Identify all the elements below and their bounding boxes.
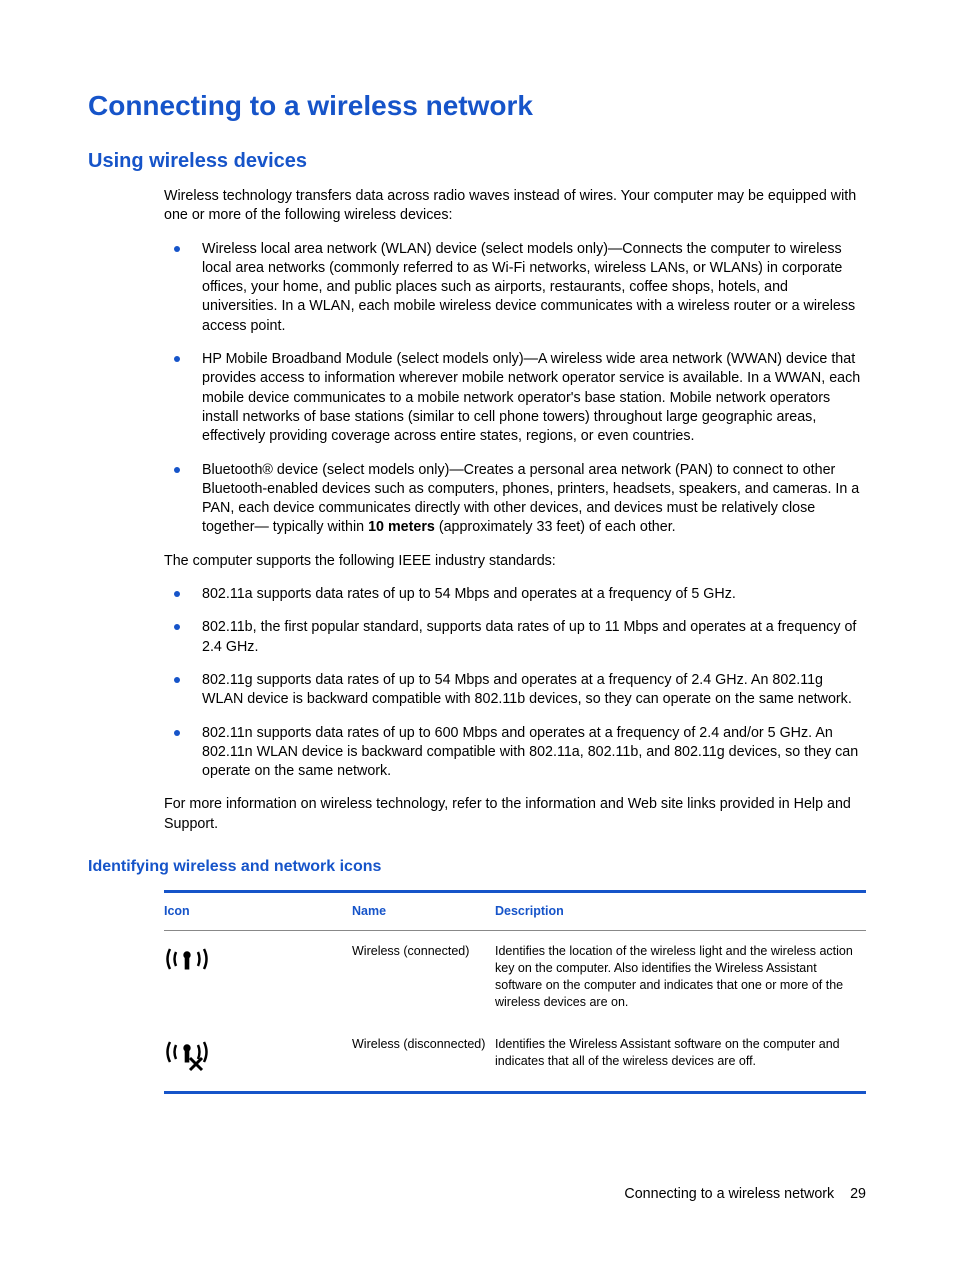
col-header-desc: Description	[495, 892, 866, 931]
wireless-disconnected-icon	[164, 1036, 210, 1072]
device-list: Wireless local area network (WLAN) devic…	[164, 240, 866, 538]
icons-table: Icon Name Description	[164, 890, 866, 1094]
heading-1: Connecting to a wireless network	[88, 90, 866, 122]
intro-paragraph: Wireless technology transfers data acros…	[164, 187, 866, 226]
desc-cell: Identifies the Wireless Assistant softwa…	[495, 1024, 866, 1092]
icon-cell	[164, 1024, 352, 1092]
name-cell: Wireless (disconnected)	[352, 1024, 495, 1092]
table-header-row: Icon Name Description	[164, 892, 866, 931]
list-item: Bluetooth® device (select models only)—C…	[164, 461, 866, 538]
list-item: Wireless local area network (WLAN) devic…	[164, 240, 866, 336]
icon-cell	[164, 930, 352, 1024]
list-item: 802.11n supports data rates of up to 600…	[164, 724, 866, 782]
page-number: 29	[850, 1186, 866, 1202]
table-row: Wireless (disconnected) Identifies the W…	[164, 1024, 866, 1092]
table-row: Wireless (connected) Identifies the loca…	[164, 930, 866, 1024]
page-footer: Connecting to a wireless network 29	[624, 1186, 866, 1202]
heading-2: Using wireless devices	[88, 150, 866, 173]
list-item: 802.11a supports data rates of up to 54 …	[164, 585, 866, 604]
col-header-icon: Icon	[164, 892, 352, 931]
wireless-connected-icon	[164, 943, 210, 975]
standards-intro: The computer supports the following IEEE…	[164, 552, 866, 571]
name-cell: Wireless (connected)	[352, 930, 495, 1024]
list-item: 802.11g supports data rates of up to 54 …	[164, 671, 866, 710]
footer-text: Connecting to a wireless network	[624, 1186, 834, 1202]
heading-3: Identifying wireless and network icons	[88, 858, 866, 876]
list-item: HP Mobile Broadband Module (select model…	[164, 350, 866, 446]
document-page: Connecting to a wireless network Using w…	[0, 0, 954, 1270]
col-header-name: Name	[352, 892, 495, 931]
more-info-paragraph: For more information on wireless technol…	[164, 795, 866, 834]
text-span: (approximately 33 feet) of each other.	[435, 519, 676, 535]
list-item: 802.11b, the first popular standard, sup…	[164, 618, 866, 657]
table-container: Icon Name Description	[164, 890, 866, 1094]
standards-list: 802.11a supports data rates of up to 54 …	[164, 585, 866, 781]
bold-text: 10 meters	[368, 519, 435, 535]
body-content: Wireless technology transfers data acros…	[164, 187, 866, 834]
desc-cell: Identifies the location of the wireless …	[495, 930, 866, 1024]
